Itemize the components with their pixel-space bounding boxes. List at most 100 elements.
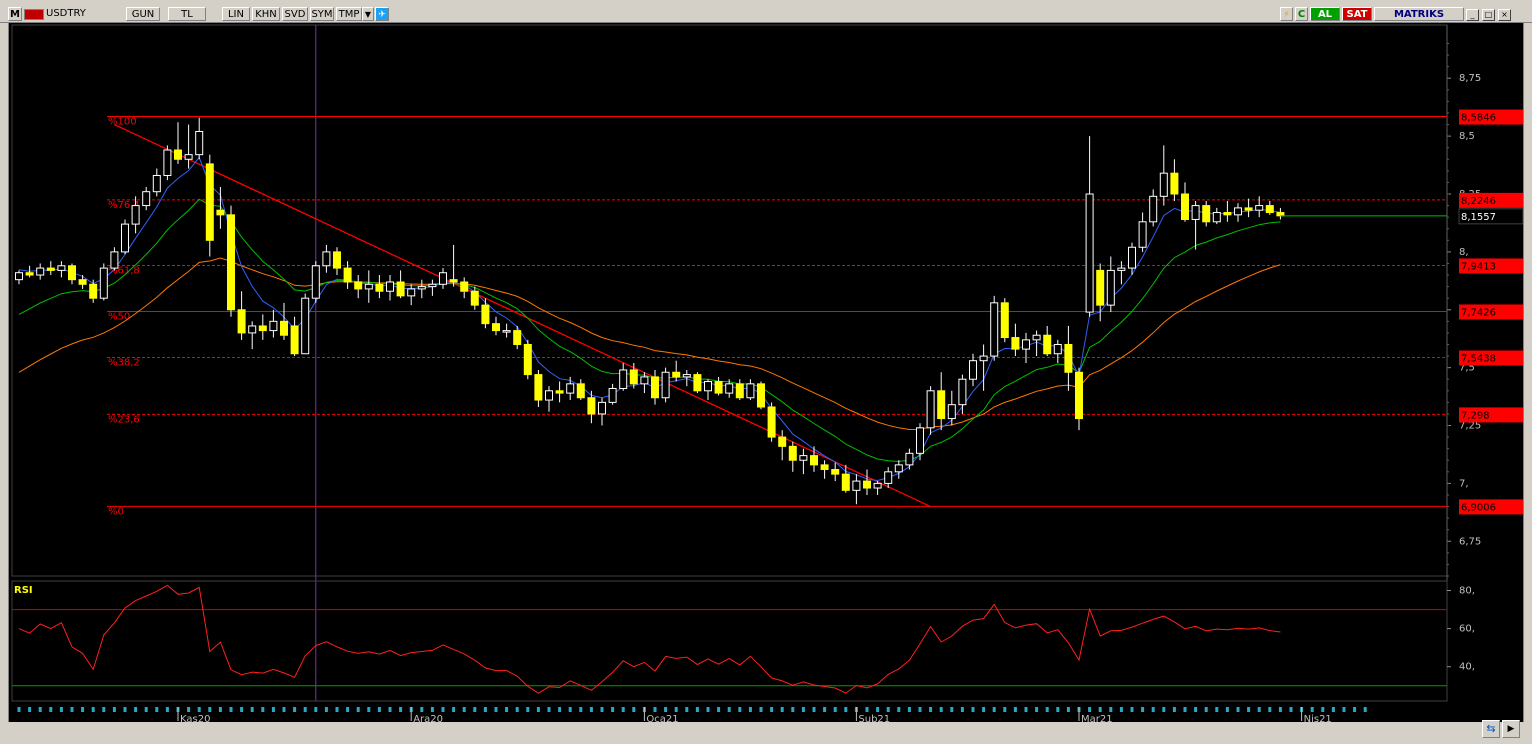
- price-tick-label: 8,5: [1459, 131, 1475, 142]
- candle-body: [969, 360, 977, 380]
- candle: [1159, 145, 1168, 206]
- candle: [894, 460, 903, 479]
- sync-icon[interactable]: ⇆: [1482, 720, 1500, 738]
- symbol-button[interactable]: SYM: [310, 7, 334, 21]
- candle: [174, 122, 182, 164]
- period-button[interactable]: GUN: [126, 7, 160, 21]
- time-tick: [907, 707, 911, 712]
- time-tick: [112, 707, 116, 712]
- minimize-button[interactable]: _: [1466, 9, 1479, 21]
- time-tick: [1247, 707, 1251, 712]
- candle-body: [905, 452, 914, 466]
- candle: [947, 390, 956, 426]
- candle-body: [216, 209, 225, 216]
- volume-button[interactable]: SVD: [282, 7, 308, 21]
- template-button[interactable]: TMP: [336, 7, 362, 21]
- app-logo[interactable]: M: [8, 7, 22, 21]
- time-tick: [515, 707, 519, 712]
- candle-body: [89, 283, 98, 299]
- time-tick: [187, 707, 191, 712]
- candle: [110, 247, 119, 271]
- time-tick: [706, 707, 710, 712]
- time-tick: [844, 707, 848, 712]
- time-tick: [17, 707, 21, 712]
- candle: [1022, 332, 1030, 364]
- refresh-icon[interactable]: C: [1295, 7, 1308, 21]
- scroll-right-button[interactable]: ▶: [1502, 720, 1520, 738]
- candle-body: [1032, 334, 1041, 341]
- candle-body: [1181, 193, 1189, 220]
- candle: [916, 423, 924, 461]
- time-tick: [939, 707, 943, 712]
- candle: [301, 293, 310, 355]
- time-tick: [197, 707, 201, 712]
- time-tick: [664, 707, 668, 712]
- candle-body: [78, 279, 87, 285]
- fib-price-label: 6,9006: [1461, 502, 1496, 513]
- time-tick: [505, 707, 509, 712]
- candle: [1106, 256, 1115, 313]
- chart-canvas[interactable]: 8,758,58,258,7,757,57,257,6,75%1008,5846…: [9, 23, 1523, 733]
- candle-type-button[interactable]: KHN: [252, 7, 280, 21]
- time-tick: [685, 707, 689, 712]
- time-tick: [261, 707, 265, 712]
- candle: [1244, 198, 1253, 218]
- lightning-icon[interactable]: ⚡: [1280, 7, 1293, 21]
- dropdown-button[interactable]: ▼: [362, 7, 374, 21]
- scale-button[interactable]: LIN: [222, 7, 250, 21]
- candle: [1202, 200, 1211, 227]
- time-tick: [1056, 707, 1060, 712]
- time-tick: [1013, 707, 1017, 712]
- symbol-label[interactable]: USDTRY: [46, 7, 124, 21]
- time-tick: [695, 707, 699, 712]
- time-tick: [324, 707, 328, 712]
- sell-button[interactable]: SAT: [1342, 7, 1372, 21]
- time-tick: [462, 707, 466, 712]
- candle: [873, 481, 882, 495]
- time-tick: [621, 707, 625, 712]
- candle-body: [311, 265, 320, 299]
- candle-body: [227, 214, 235, 311]
- time-tick: [282, 707, 286, 712]
- candle-body: [682, 374, 691, 378]
- candle-body: [990, 302, 999, 357]
- maximize-button[interactable]: □: [1482, 9, 1495, 21]
- candle: [576, 379, 585, 401]
- candle-body: [258, 325, 267, 332]
- candle: [1043, 325, 1052, 357]
- candle-body: [15, 272, 23, 281]
- candle: [1117, 261, 1126, 285]
- candle: [343, 261, 352, 289]
- buy-button[interactable]: AL: [1310, 7, 1340, 21]
- currency-button[interactable]: TL: [168, 7, 206, 21]
- time-tick: [738, 707, 742, 712]
- time-tick: [240, 707, 244, 712]
- candle: [905, 448, 914, 470]
- candle: [417, 279, 426, 299]
- candle-body: [407, 288, 416, 297]
- close-button[interactable]: ×: [1498, 9, 1511, 21]
- candle-body: [417, 286, 426, 290]
- candle: [513, 325, 522, 350]
- time-tick: [1321, 707, 1325, 712]
- candle-body: [937, 390, 946, 420]
- candle: [1000, 298, 1009, 343]
- candle-body: [152, 174, 161, 193]
- twitter-icon[interactable]: ✈: [375, 7, 389, 21]
- candle: [598, 397, 606, 426]
- last-price-label: 8,1557: [1461, 212, 1496, 223]
- time-tick: [759, 707, 763, 712]
- time-tick: [494, 707, 498, 712]
- candle: [460, 277, 469, 299]
- candle: [1223, 200, 1232, 222]
- candle: [269, 309, 278, 338]
- price-tick-label: 6,75: [1459, 536, 1481, 547]
- candle-body: [248, 325, 257, 334]
- candle: [661, 367, 670, 403]
- time-tick: [218, 707, 222, 712]
- candle: [163, 145, 172, 181]
- time-tick: [1257, 707, 1261, 712]
- candle: [15, 270, 23, 285]
- time-tick: [600, 707, 604, 712]
- time-tick: [399, 707, 403, 712]
